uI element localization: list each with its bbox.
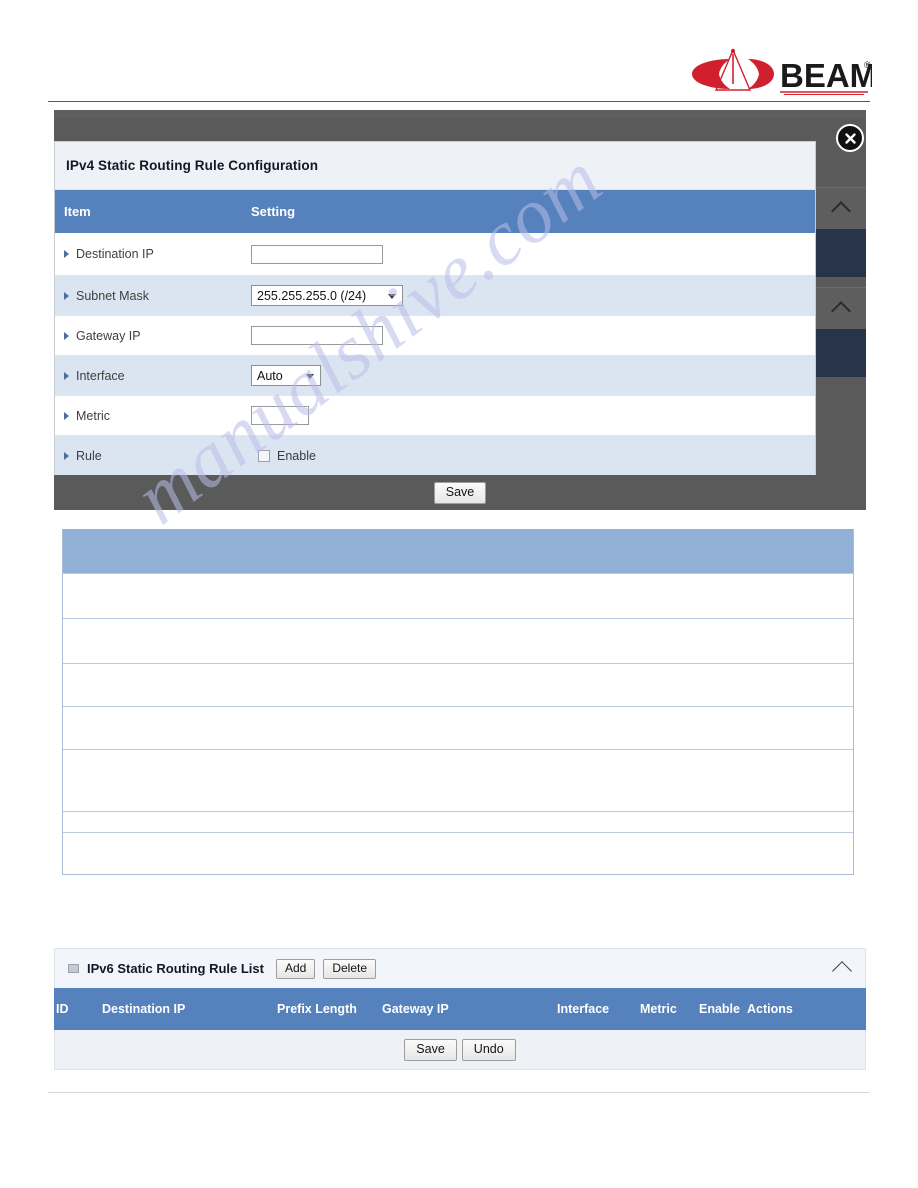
dialog-title-bar: IPv4 Static Routing Rule Configuration xyxy=(55,142,815,190)
row-field-destination-ip xyxy=(249,244,815,264)
header-divider xyxy=(48,101,870,102)
table-row xyxy=(63,832,853,874)
ipv6-save-button[interactable]: Save xyxy=(404,1038,457,1061)
dialog-footer-bar: Save xyxy=(54,475,866,510)
footer-divider xyxy=(48,1092,870,1093)
gateway-ip-input[interactable] xyxy=(251,326,383,345)
column-header-enable: Enable xyxy=(699,1002,740,1016)
row-field-subnet-mask: 255.255.255.0 (/24) xyxy=(249,285,815,306)
background-collapse-toggle-2[interactable] xyxy=(816,287,866,330)
row-field-metric xyxy=(249,406,815,425)
save-button[interactable]: Save xyxy=(433,481,487,504)
ipv6-list-header: IPv6 Static Routing Rule List Add Delete xyxy=(54,948,866,988)
ipv6-list-title: IPv6 Static Routing Rule List xyxy=(87,961,264,976)
table-row xyxy=(63,573,853,618)
page-title: IPv4 Static Routing Rule Configuration xyxy=(66,158,319,173)
list-checkbox-icon[interactable] xyxy=(68,964,79,973)
label-text: Interface xyxy=(76,368,125,383)
row-label-interface: Interface xyxy=(55,369,249,383)
label-text: Subnet Mask xyxy=(76,288,149,303)
table-row xyxy=(63,618,853,663)
rule-enable-checkbox[interactable] xyxy=(258,450,270,462)
collapse-chevron-up-icon[interactable] xyxy=(832,961,852,981)
bullet-triangle-icon xyxy=(64,371,69,380)
bullet-triangle-icon xyxy=(64,452,69,460)
ipv6-list-footer: Save Undo xyxy=(54,1030,866,1070)
interface-selected-value: Auto xyxy=(257,368,283,383)
routing-table-blank xyxy=(62,529,854,875)
table-row xyxy=(63,663,853,706)
subnet-mask-selected-value: 255.255.255.0 (/24) xyxy=(257,288,367,303)
column-header-setting: Setting xyxy=(251,204,296,219)
row-field-interface: Auto xyxy=(249,365,815,386)
label-text: Gateway IP xyxy=(76,328,141,343)
chevron-up-icon xyxy=(831,201,851,221)
row-interface: Interface Auto xyxy=(55,356,815,396)
delete-button[interactable]: Delete xyxy=(323,958,377,979)
column-header-metric: Metric xyxy=(640,1002,677,1016)
column-header-item: Item xyxy=(64,204,91,219)
close-button[interactable] xyxy=(836,124,864,152)
settings-table-header: Item Setting xyxy=(55,190,815,233)
row-field-rule: Enable xyxy=(249,449,815,463)
rule-enable-label: Enable xyxy=(277,449,316,463)
row-label-gateway-ip: Gateway IP xyxy=(55,329,249,343)
interface-select[interactable]: Auto xyxy=(251,365,321,386)
chevron-down-icon xyxy=(306,373,314,379)
background-nav-block-2[interactable] xyxy=(816,329,866,377)
row-label-metric: Metric xyxy=(55,409,249,423)
table-row xyxy=(63,811,853,832)
destination-ip-input[interactable] xyxy=(251,244,383,264)
label-text: Metric xyxy=(76,408,111,423)
add-button[interactable]: Add xyxy=(275,958,316,979)
chevron-up-icon xyxy=(831,301,851,321)
row-field-gateway-ip xyxy=(249,326,815,345)
close-icon xyxy=(844,132,856,144)
row-metric: Metric xyxy=(55,396,815,436)
bullet-triangle-icon xyxy=(64,411,69,420)
ipv6-static-routing-rule-list-section: IPv6 Static Routing Rule List Add Delete… xyxy=(54,948,866,1070)
rule-enable-group[interactable]: Enable xyxy=(251,449,316,463)
background-nav-block-1[interactable] xyxy=(816,229,866,277)
ipv6-list-column-headers: ID Destination IP Prefix Length Gateway … xyxy=(54,988,866,1030)
column-header-id: ID xyxy=(56,1002,69,1016)
beam-logo: BEAM ® xyxy=(688,44,872,96)
row-gateway-ip: Gateway IP xyxy=(55,316,815,356)
row-rule: Rule Enable xyxy=(55,436,815,476)
ipv4-static-routing-rule-dialog: IPv4 Static Routing Rule Configuration I… xyxy=(54,141,816,477)
ipv6-undo-button[interactable]: Undo xyxy=(461,1038,516,1061)
table-row xyxy=(63,749,853,811)
row-label-rule: Rule xyxy=(55,449,249,463)
label-text: Destination IP xyxy=(76,247,154,261)
background-collapse-toggle-1[interactable] xyxy=(816,187,866,230)
metric-input[interactable] xyxy=(251,406,309,425)
column-header-interface: Interface xyxy=(557,1002,610,1016)
column-header-destination-ip: Destination IP xyxy=(102,1002,186,1016)
bullet-triangle-icon xyxy=(64,331,69,340)
chevron-down-icon xyxy=(388,293,396,299)
column-header-prefix-length: Prefix Length xyxy=(277,1002,357,1016)
page-root: BEAM ® IPv4 Static Routing Rule Configur… xyxy=(0,0,918,1188)
svg-text:BEAM: BEAM xyxy=(780,57,872,94)
row-label-destination-ip: Destination IP xyxy=(55,247,249,261)
bullet-triangle-icon xyxy=(64,250,69,258)
row-subnet-mask: Subnet Mask 255.255.255.0 (/24) xyxy=(55,276,815,316)
column-header-actions: Actions xyxy=(747,1002,793,1016)
svg-text:®: ® xyxy=(864,60,871,70)
bullet-triangle-icon xyxy=(64,291,69,300)
table-row xyxy=(63,706,853,749)
blank-table-header xyxy=(63,529,853,573)
column-header-gateway-ip: Gateway IP xyxy=(382,1002,449,1016)
row-label-subnet-mask: Subnet Mask xyxy=(55,289,249,303)
label-text: Rule xyxy=(76,449,102,463)
subnet-mask-select[interactable]: 255.255.255.0 (/24) xyxy=(251,285,403,306)
row-destination-ip: Destination IP xyxy=(55,233,815,276)
